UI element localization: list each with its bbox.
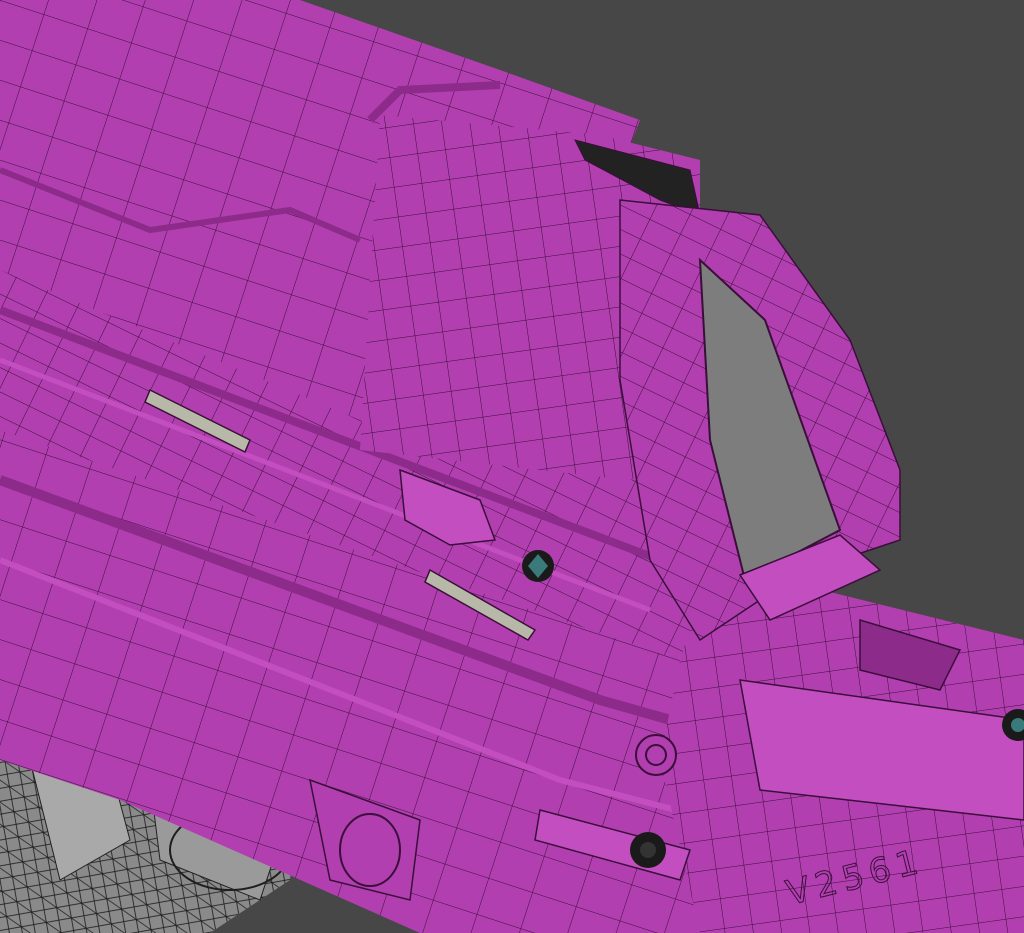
bolt-hole-icon [630, 832, 666, 868]
3d-viewport[interactable]: V2561 [0, 0, 1024, 933]
diamond-bolt-icon [522, 550, 554, 582]
wireframe-model-render: V2561 [0, 0, 1024, 933]
round-bolt-icon [635, 734, 677, 776]
